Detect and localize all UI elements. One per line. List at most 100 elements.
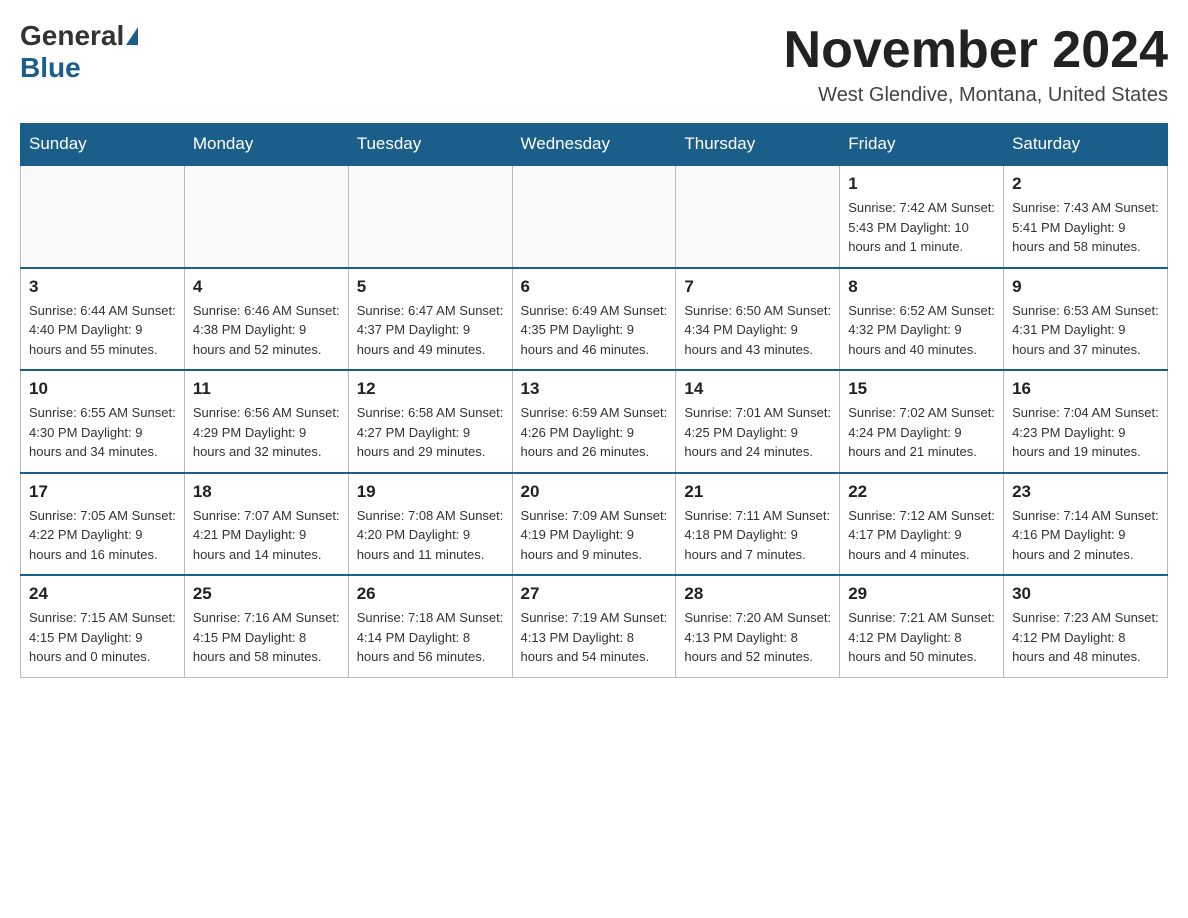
calendar-cell: [676, 165, 840, 268]
day-number: 7: [684, 277, 831, 297]
calendar-cell: 1 Sunrise: 7:42 AM Sunset: 5:43 PM Daylig…: [840, 165, 1004, 268]
day-info: Sunrise: 6:47 AM Sunset: 4:37 PM Dayligh…: [357, 301, 504, 360]
calendar-cell: 5 Sunrise: 6:47 AM Sunset: 4:37 PM Daylig…: [348, 268, 512, 371]
logo-text: General: [20, 20, 140, 52]
day-info: Sunrise: 7:21 AM Sunset: 4:12 PM Dayligh…: [848, 608, 995, 667]
day-info: Sunrise: 7:12 AM Sunset: 4:17 PM Dayligh…: [848, 506, 995, 565]
calendar-cell: 3Sunrise: 6:44 AM Sunset: 4:40 PM Daylig…: [21, 268, 185, 371]
day-number: 14: [684, 379, 831, 399]
day-number: 26: [357, 584, 504, 604]
calendar-cell: 6 Sunrise: 6:49 AM Sunset: 4:35 PM Daylig…: [512, 268, 676, 371]
day-info: Sunrise: 7:19 AM Sunset: 4:13 PM Dayligh…: [521, 608, 668, 667]
day-number: 24: [29, 584, 176, 604]
day-header-sunday: Sunday: [21, 124, 185, 166]
calendar-cell: 18Sunrise: 7:07 AM Sunset: 4:21 PM Dayli…: [184, 473, 348, 576]
day-number: 2: [1012, 174, 1159, 194]
day-header-friday: Friday: [840, 124, 1004, 166]
month-title: November 2024: [784, 20, 1168, 80]
calendar-cell: 24 Sunrise: 7:15 AM Sunset: 4:15 PM Dayli…: [21, 575, 185, 677]
calendar-table: SundayMondayTuesdayWednesdayThursdayFrid…: [20, 123, 1168, 678]
calendar-cell: 9 Sunrise: 6:53 AM Sunset: 4:31 PM Daylig…: [1004, 268, 1168, 371]
calendar-cell: 15 Sunrise: 7:02 AM Sunset: 4:24 PM Dayli…: [840, 370, 1004, 473]
calendar-cell: 4 Sunrise: 6:46 AM Sunset: 4:38 PM Daylig…: [184, 268, 348, 371]
calendar-cell: 7 Sunrise: 6:50 AM Sunset: 4:34 PM Daylig…: [676, 268, 840, 371]
calendar-cell: 25 Sunrise: 7:16 AM Sunset: 4:15 PM Dayli…: [184, 575, 348, 677]
calendar-cell: 2 Sunrise: 7:43 AM Sunset: 5:41 PM Daylig…: [1004, 165, 1168, 268]
week-row-1: 1 Sunrise: 7:42 AM Sunset: 5:43 PM Daylig…: [21, 165, 1168, 268]
calendar-cell: 12 Sunrise: 6:58 AM Sunset: 4:27 PM Dayli…: [348, 370, 512, 473]
day-number: 11: [193, 379, 340, 399]
day-info: Sunrise: 7:23 AM Sunset: 4:12 PM Dayligh…: [1012, 608, 1159, 667]
logo-triangle-icon: [126, 27, 138, 45]
day-info: Sunrise: 7:01 AM Sunset: 4:25 PM Dayligh…: [684, 403, 831, 462]
calendar-cell: 17 Sunrise: 7:05 AM Sunset: 4:22 PM Dayli…: [21, 473, 185, 576]
calendar-cell: 28 Sunrise: 7:20 AM Sunset: 4:13 PM Dayli…: [676, 575, 840, 677]
day-info: Sunrise: 7:20 AM Sunset: 4:13 PM Dayligh…: [684, 608, 831, 667]
day-info: Sunrise: 7:15 AM Sunset: 4:15 PM Dayligh…: [29, 608, 176, 667]
title-area: November 2024 West Glendive, Montana, Un…: [784, 20, 1168, 107]
day-number: 5: [357, 277, 504, 297]
day-header-tuesday: Tuesday: [348, 124, 512, 166]
day-info: Sunrise: 7:09 AM Sunset: 4:19 PM Dayligh…: [521, 506, 668, 565]
week-row-3: 10 Sunrise: 6:55 AM Sunset: 4:30 PM Dayli…: [21, 370, 1168, 473]
day-info: Sunrise: 6:46 AM Sunset: 4:38 PM Dayligh…: [193, 301, 340, 360]
day-number: 4: [193, 277, 340, 297]
day-info: Sunrise: 6:55 AM Sunset: 4:30 PM Dayligh…: [29, 403, 176, 462]
day-header-saturday: Saturday: [1004, 124, 1168, 166]
week-row-2: 3Sunrise: 6:44 AM Sunset: 4:40 PM Daylig…: [21, 268, 1168, 371]
day-number: 9: [1012, 277, 1159, 297]
day-number: 16: [1012, 379, 1159, 399]
day-number: 1: [848, 174, 995, 194]
day-info: Sunrise: 6:53 AM Sunset: 4:31 PM Dayligh…: [1012, 301, 1159, 360]
calendar-cell: 30 Sunrise: 7:23 AM Sunset: 4:12 PM Dayli…: [1004, 575, 1168, 677]
day-info: Sunrise: 7:05 AM Sunset: 4:22 PM Dayligh…: [29, 506, 176, 565]
page-header: General Blue November 2024 West Glendive…: [20, 20, 1168, 107]
day-header-wednesday: Wednesday: [512, 124, 676, 166]
day-number: 13: [521, 379, 668, 399]
logo-general: General: [20, 20, 124, 52]
week-row-4: 17 Sunrise: 7:05 AM Sunset: 4:22 PM Dayli…: [21, 473, 1168, 576]
day-info: Sunrise: 7:11 AM Sunset: 4:18 PM Dayligh…: [684, 506, 831, 565]
day-info: Sunrise: 6:50 AM Sunset: 4:34 PM Dayligh…: [684, 301, 831, 360]
day-header-monday: Monday: [184, 124, 348, 166]
day-number: 10: [29, 379, 176, 399]
day-info: Sunrise: 6:49 AM Sunset: 4:35 PM Dayligh…: [521, 301, 668, 360]
location-subtitle: West Glendive, Montana, United States: [784, 84, 1168, 107]
day-info: Sunrise: 7:02 AM Sunset: 4:24 PM Dayligh…: [848, 403, 995, 462]
day-info: Sunrise: 7:16 AM Sunset: 4:15 PM Dayligh…: [193, 608, 340, 667]
day-number: 6: [521, 277, 668, 297]
calendar-cell: 8 Sunrise: 6:52 AM Sunset: 4:32 PM Daylig…: [840, 268, 1004, 371]
day-info: Sunrise: 6:59 AM Sunset: 4:26 PM Dayligh…: [521, 403, 668, 462]
day-info: Sunrise: 6:56 AM Sunset: 4:29 PM Dayligh…: [193, 403, 340, 462]
calendar-cell: 14 Sunrise: 7:01 AM Sunset: 4:25 PM Dayli…: [676, 370, 840, 473]
day-info: Sunrise: 7:07 AM Sunset: 4:21 PM Dayligh…: [193, 506, 340, 565]
day-info: Sunrise: 6:52 AM Sunset: 4:32 PM Dayligh…: [848, 301, 995, 360]
day-number: 8: [848, 277, 995, 297]
day-number: 20: [521, 482, 668, 502]
calendar-cell: [184, 165, 348, 268]
calendar-cell: 20 Sunrise: 7:09 AM Sunset: 4:19 PM Dayli…: [512, 473, 676, 576]
day-number: 25: [193, 584, 340, 604]
day-number: 12: [357, 379, 504, 399]
day-info: Sunrise: 7:08 AM Sunset: 4:20 PM Dayligh…: [357, 506, 504, 565]
calendar-cell: 13 Sunrise: 6:59 AM Sunset: 4:26 PM Dayli…: [512, 370, 676, 473]
calendar-cell: [512, 165, 676, 268]
calendar-cell: 26Sunrise: 7:18 AM Sunset: 4:14 PM Dayli…: [348, 575, 512, 677]
calendar-cell: 10 Sunrise: 6:55 AM Sunset: 4:30 PM Dayli…: [21, 370, 185, 473]
day-number: 15: [848, 379, 995, 399]
calendar-cell: 11 Sunrise: 6:56 AM Sunset: 4:29 PM Dayli…: [184, 370, 348, 473]
day-number: 27: [521, 584, 668, 604]
day-info: Sunrise: 6:44 AM Sunset: 4:40 PM Dayligh…: [29, 301, 176, 360]
week-row-5: 24 Sunrise: 7:15 AM Sunset: 4:15 PM Dayli…: [21, 575, 1168, 677]
day-info: Sunrise: 6:58 AM Sunset: 4:27 PM Dayligh…: [357, 403, 504, 462]
calendar-cell: 21Sunrise: 7:11 AM Sunset: 4:18 PM Dayli…: [676, 473, 840, 576]
day-info: Sunrise: 7:43 AM Sunset: 5:41 PM Dayligh…: [1012, 198, 1159, 257]
calendar-cell: [21, 165, 185, 268]
day-number: 29: [848, 584, 995, 604]
day-number: 30: [1012, 584, 1159, 604]
day-number: 17: [29, 482, 176, 502]
day-info: Sunrise: 7:42 AM Sunset: 5:43 PM Dayligh…: [848, 198, 995, 257]
calendar-cell: 29 Sunrise: 7:21 AM Sunset: 4:12 PM Dayli…: [840, 575, 1004, 677]
day-number: 28: [684, 584, 831, 604]
calendar-header-row: SundayMondayTuesdayWednesdayThursdayFrid…: [21, 124, 1168, 166]
